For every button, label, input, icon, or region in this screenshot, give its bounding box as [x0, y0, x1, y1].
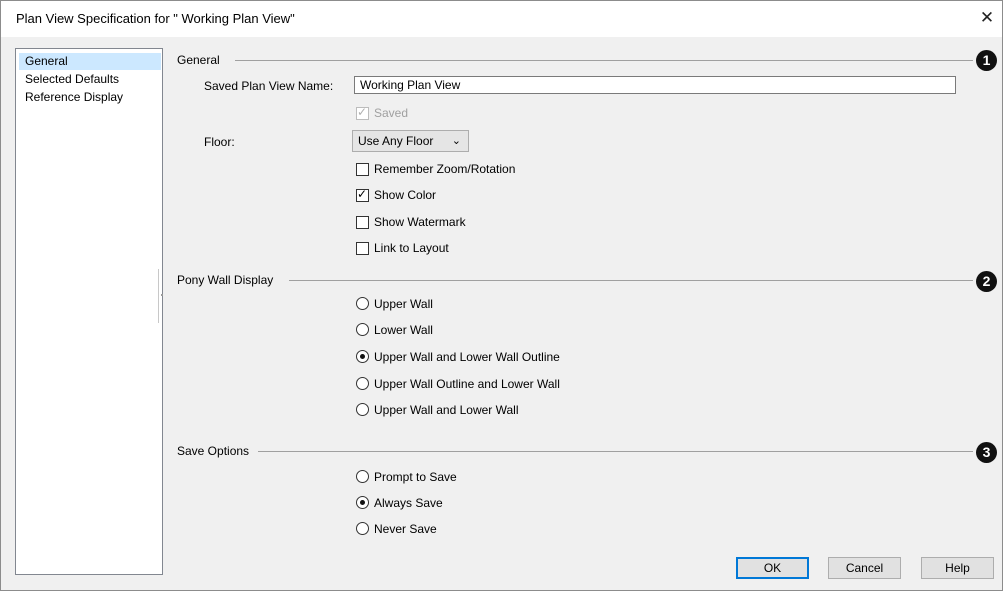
floor-select[interactable]: Use Any Floor ⌄	[352, 130, 469, 152]
saved-plan-view-name-input[interactable]	[354, 76, 956, 94]
floor-select-value: Use Any Floor	[358, 134, 434, 148]
radio-button-selected	[356, 496, 369, 509]
checkbox-label: Show Watermark	[374, 215, 466, 229]
callout-badge-2: 2	[976, 271, 997, 292]
radio-label: Upper Wall and Lower Wall	[374, 403, 519, 417]
radio-label: Upper Wall	[374, 297, 433, 311]
saved-checkbox-label: Saved	[374, 106, 409, 120]
ok-button[interactable]: OK	[736, 557, 809, 579]
window-title: Plan View Specification for " Working Pl…	[16, 11, 295, 26]
checkbox-box	[356, 216, 369, 229]
general-group-divider	[235, 60, 973, 61]
callout-badge-1: 1	[976, 50, 997, 71]
radio-button	[356, 323, 369, 336]
radio-button-selected	[356, 350, 369, 363]
splitter-handle[interactable]	[158, 269, 159, 323]
radio-label: Upper Wall Outline and Lower Wall	[374, 377, 560, 391]
radio-label: Never Save	[374, 522, 437, 536]
checkbox-label: Link to Layout	[374, 241, 449, 255]
saved-checkbox-box: ✓	[356, 105, 369, 120]
radio-button	[356, 297, 369, 310]
radio-label: Prompt to Save	[374, 470, 457, 484]
radio-dot	[360, 500, 365, 505]
save-options-group-label: Save Options	[177, 444, 250, 458]
sidebar-item-general[interactable]: General	[19, 53, 161, 70]
saved-name-label: Saved Plan View Name:	[204, 79, 334, 93]
radio-label: Upper Wall and Lower Wall Outline	[374, 350, 560, 364]
checkbox-box	[356, 163, 369, 176]
floor-label: Floor:	[204, 135, 235, 149]
radio-dot	[360, 354, 365, 359]
radio-button	[356, 403, 369, 416]
callout-badge-3: 3	[976, 442, 997, 463]
category-list[interactable]: General Selected Defaults Reference Disp…	[15, 48, 163, 575]
checkmark-icon: ✓	[357, 187, 368, 201]
radio-button	[356, 470, 369, 483]
plan-view-specification-dialog: Plan View Specification for " Working Pl…	[0, 0, 1003, 591]
title-bar: Plan View Specification for " Working Pl…	[1, 1, 1002, 37]
pony-wall-group-label: Pony Wall Display	[177, 273, 274, 287]
checkbox-label: Remember Zoom/Rotation	[374, 162, 516, 176]
close-icon[interactable]: ✕	[972, 5, 1002, 31]
radio-label: Lower Wall	[374, 323, 433, 337]
checkbox-label: Show Color	[374, 188, 437, 202]
checkmark-icon: ✓	[357, 105, 368, 119]
save-options-group-divider	[258, 451, 973, 452]
splitter-grip	[161, 294, 163, 296]
radio-button	[356, 377, 369, 390]
checkbox-box	[356, 242, 369, 255]
general-group-label: General	[177, 53, 220, 67]
cancel-button[interactable]: Cancel	[828, 557, 901, 579]
help-button[interactable]: Help	[921, 557, 994, 579]
chevron-down-icon: ⌄	[451, 135, 461, 147]
sidebar-item-label: General	[25, 54, 68, 68]
sidebar-item-selected-defaults[interactable]: Selected Defaults	[19, 71, 161, 88]
sidebar-item-label: Reference Display	[25, 90, 124, 104]
radio-label: Always Save	[374, 496, 443, 510]
sidebar-item-reference-display[interactable]: Reference Display	[19, 89, 161, 106]
radio-button	[356, 522, 369, 535]
pony-wall-group-divider	[289, 280, 973, 281]
sidebar-item-label: Selected Defaults	[25, 72, 120, 86]
checkbox-box: ✓	[356, 187, 369, 202]
